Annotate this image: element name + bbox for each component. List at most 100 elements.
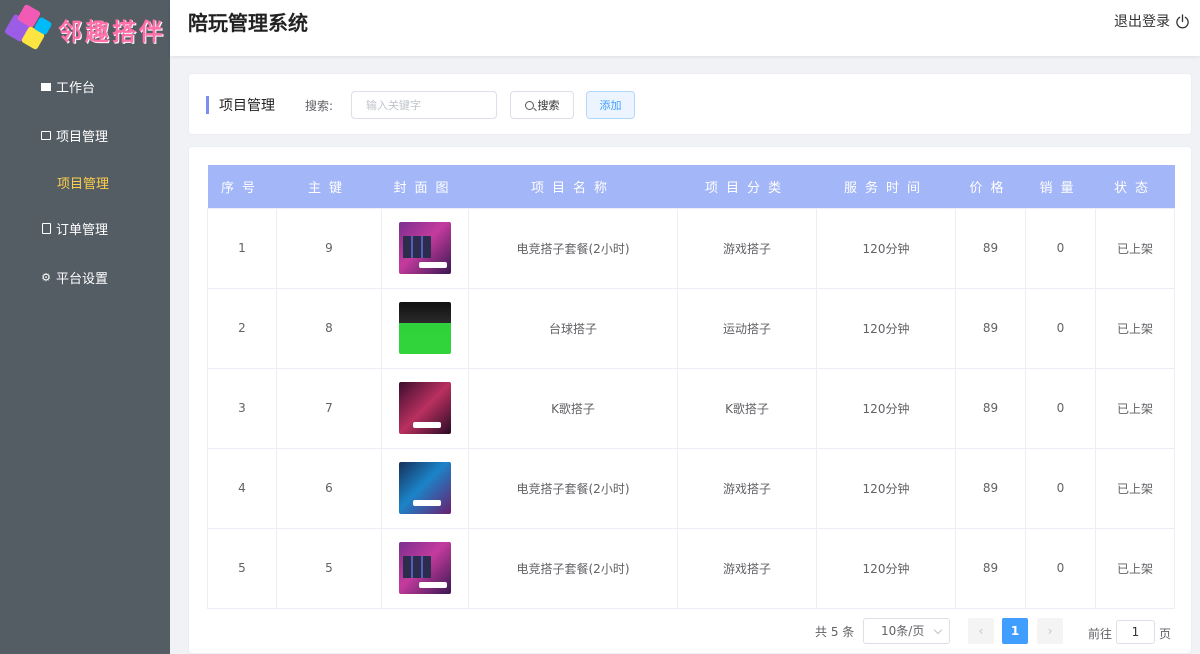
cell-cover (381, 207, 469, 289)
sidebar: 邻趣搭伴 工作台 项目管理 项目管理 订单管理 ⚙ 平台设置 (0, 0, 170, 654)
search-icon (524, 100, 534, 110)
sidebar-item-label: 工作台 (56, 81, 96, 96)
cell-id: 7 (276, 367, 382, 449)
cell-price: 89 (955, 447, 1026, 529)
col-header-name[interactable]: 项目名称 (468, 165, 678, 208)
cell-sales: 0 (1025, 207, 1096, 289)
power-icon (1176, 13, 1189, 28)
logout-label: 退出登录 (1114, 14, 1170, 30)
cell-duration: 120分钟 (816, 287, 956, 369)
add-button-label: 添加 (599, 99, 622, 112)
monitor-icon (40, 81, 52, 93)
cell-price: 89 (955, 207, 1026, 289)
section-title: 项目管理 (219, 98, 275, 114)
col-header-duration[interactable]: 服务时间 (816, 165, 956, 208)
cell-sales: 0 (1025, 367, 1096, 449)
sidebar-item-label: 平台设置 (56, 272, 109, 287)
table-row[interactable]: 5 5 电竞搭子套餐(2小时) 游戏搭子 120分钟 89 0 已上架 (207, 527, 1175, 609)
table-row[interactable]: 2 8 台球搭子 运动搭子 120分钟 89 0 已上架 (207, 287, 1175, 369)
prev-page-button[interactable]: ‹ (968, 618, 994, 644)
col-header-status[interactable]: 状态 (1095, 165, 1175, 208)
logo-text: 邻趣搭伴 (58, 16, 166, 46)
cover-image[interactable] (399, 222, 451, 274)
sidebar-item-projects[interactable]: 项目管理 (0, 111, 170, 160)
add-button[interactable]: 添加 (586, 91, 635, 119)
next-page-button[interactable]: › (1037, 618, 1063, 644)
search-label: 搜索: (305, 99, 334, 113)
cell-index: 5 (207, 527, 277, 609)
cover-image[interactable] (399, 542, 451, 594)
document-icon (40, 223, 52, 235)
search-input[interactable] (351, 91, 497, 119)
table-panel: 序号 主键 封面图 项目名称 项目分类 服务时间 价格 销量 状态 1 9 电竞… (188, 146, 1192, 654)
box-icon (40, 130, 52, 142)
col-header-cover[interactable]: 封面图 (381, 165, 469, 208)
sidebar-menu: 工作台 项目管理 项目管理 订单管理 ⚙ 平台设置 (0, 62, 170, 302)
cell-category: 游戏搭子 (677, 207, 817, 289)
search-button[interactable]: 搜索 (510, 91, 574, 119)
table-header-row: 序号 主键 封面图 项目名称 项目分类 服务时间 价格 销量 状态 (207, 165, 1175, 208)
cell-duration: 120分钟 (816, 527, 956, 609)
goto-page-input[interactable] (1116, 620, 1155, 644)
cell-index: 1 (207, 207, 277, 289)
gear-icon: ⚙ (41, 271, 51, 284)
col-header-id[interactable]: 主键 (276, 165, 382, 208)
cell-cover (381, 287, 469, 369)
search-button-label: 搜索 (537, 99, 560, 112)
cell-index: 4 (207, 447, 277, 529)
section-accent-bar (206, 96, 209, 114)
cell-category: 游戏搭子 (677, 447, 817, 529)
table-row[interactable]: 4 6 电竞搭子套餐(2小时) 游戏搭子 120分钟 89 0 已上架 (207, 447, 1175, 529)
chevron-right-icon: › (1047, 624, 1053, 638)
page-number-button[interactable]: 1 (1002, 618, 1028, 644)
page-size-value: 10条/页 (881, 624, 925, 638)
cell-category: 游戏搭子 (677, 527, 817, 609)
cell-cover (381, 527, 469, 609)
cell-sales: 0 (1025, 447, 1096, 529)
projects-table: 序号 主键 封面图 项目名称 项目分类 服务时间 价格 销量 状态 1 9 电竞… (207, 165, 1175, 609)
cell-sales: 0 (1025, 527, 1096, 609)
cell-name: K歌搭子 (468, 367, 678, 449)
cell-sales: 0 (1025, 287, 1096, 369)
col-header-price[interactable]: 价格 (955, 165, 1026, 208)
cell-cover (381, 447, 469, 529)
sidebar-item-orders[interactable]: 订单管理 (0, 204, 170, 253)
cell-id: 6 (276, 447, 382, 529)
cover-image[interactable] (399, 382, 451, 434)
cover-image[interactable] (399, 462, 451, 514)
table-row[interactable]: 3 7 K歌搭子 K歌搭子 120分钟 89 0 已上架 (207, 367, 1175, 449)
table-row[interactable]: 1 9 电竞搭子套餐(2小时) 游戏搭子 120分钟 89 0 已上架 (207, 207, 1175, 289)
cell-status: 已上架 (1095, 207, 1175, 289)
sidebar-item-label: 订单管理 (56, 223, 109, 238)
sidebar-item-settings[interactable]: ⚙ 平台设置 (0, 253, 170, 302)
logout-button[interactable]: 退出登录 (1114, 11, 1190, 31)
col-header-index[interactable]: 序号 (207, 165, 277, 208)
sidebar-item-workbench[interactable]: 工作台 (0, 62, 170, 111)
header: 陪玩管理系统 退出登录 (170, 0, 1200, 56)
cell-name: 电竞搭子套餐(2小时) (468, 527, 678, 609)
col-header-category[interactable]: 项目分类 (677, 165, 817, 208)
cell-id: 9 (276, 207, 382, 289)
sidebar-subitem-projects[interactable]: 项目管理 (0, 160, 170, 204)
pagination: 共 5 条 10条/页 ‹ 1 › 前往 页 (189, 618, 1193, 646)
cell-price: 89 (955, 287, 1026, 369)
cell-id: 5 (276, 527, 382, 609)
page-size-select[interactable]: 10条/页 (863, 618, 950, 644)
cell-category: K歌搭子 (677, 367, 817, 449)
col-header-sales[interactable]: 销量 (1025, 165, 1096, 208)
cover-image[interactable] (399, 302, 451, 354)
sidebar-item-label: 项目管理 (57, 176, 110, 192)
cell-status: 已上架 (1095, 447, 1175, 529)
logo-mark-icon (3, 3, 54, 53)
cell-cover (381, 367, 469, 449)
cell-status: 已上架 (1095, 367, 1175, 449)
cell-name: 台球搭子 (468, 287, 678, 369)
cell-status: 已上架 (1095, 287, 1175, 369)
cell-duration: 120分钟 (816, 207, 956, 289)
pagination-total: 共 5 条 (815, 625, 855, 639)
cell-index: 3 (207, 367, 277, 449)
cell-category: 运动搭子 (677, 287, 817, 369)
chevron-down-icon (933, 625, 943, 635)
cell-name: 电竞搭子套餐(2小时) (468, 447, 678, 529)
sidebar-item-label: 项目管理 (56, 130, 109, 145)
